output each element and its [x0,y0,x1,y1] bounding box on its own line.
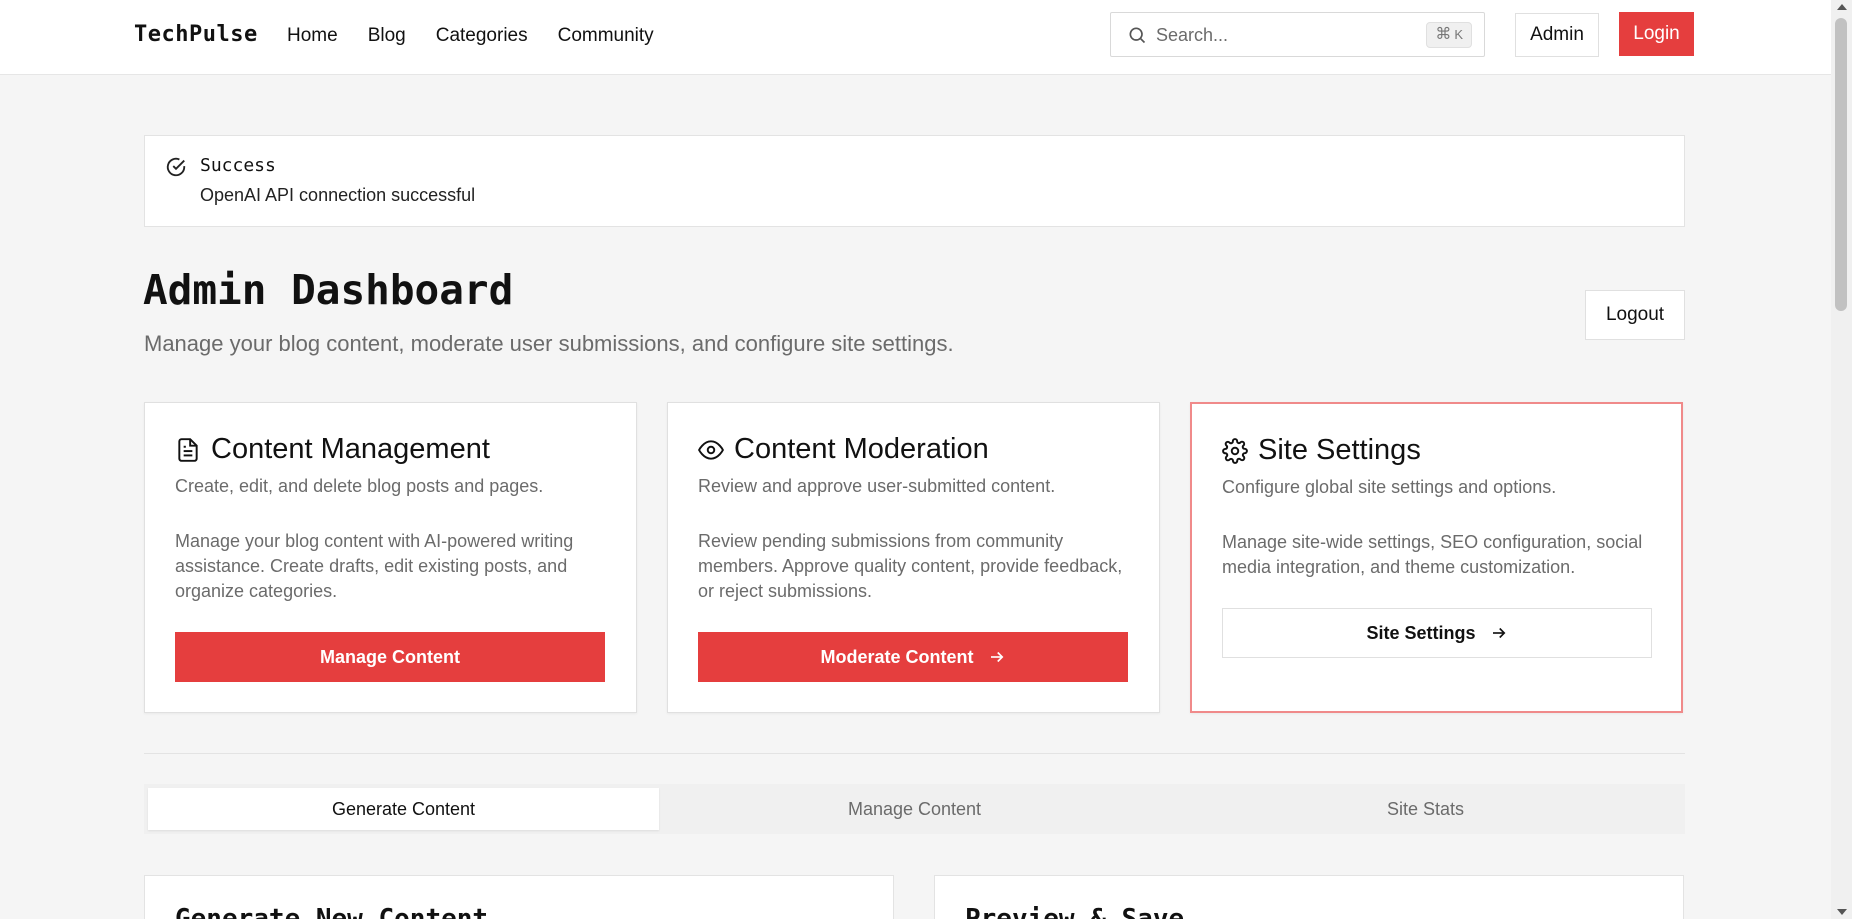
logout-button[interactable]: Logout [1585,290,1685,340]
generate-content-panel: Generate New Content [144,875,894,919]
page-title: Admin Dashboard [143,266,514,314]
tab-site-stats[interactable]: Site Stats [1170,788,1681,830]
gear-icon [1222,437,1248,464]
card-description: Configure global site settings and optio… [1222,477,1557,497]
button-label: Moderate Content [820,646,974,667]
search-box[interactable]: Search... ⌘ K [1110,12,1485,57]
arrow-right-icon [990,651,1003,663]
alert-title: Success [200,155,276,176]
nav-community[interactable]: Community [558,25,654,47]
moderate-content-button[interactable]: Moderate Content [698,632,1128,682]
search-icon [1129,27,1146,44]
card-description: Review and approve user-submitted conten… [698,476,1056,496]
button-label: Manage Content [319,646,460,667]
page-subtitle: Manage your blog content, moderate user … [144,331,954,356]
card-body: Manage your blog content with AI-powered… [175,531,574,601]
card-title-text: Content Moderation [734,433,989,465]
scrollbar-thumb[interactable] [1835,18,1847,311]
panel-title: Generate New Content [175,904,489,919]
card-description: Create, edit, and delete blog posts and … [175,476,544,496]
site-settings-card: Site Settings Configure global site sett… [1190,402,1683,713]
site-settings-button[interactable]: Site Settings [1222,608,1652,658]
nav-home[interactable]: Home [287,25,338,47]
scroll-up-icon[interactable] [1837,4,1847,10]
command-key-icon: ⌘ [1435,26,1452,43]
tab-generate-content[interactable]: Generate Content [148,788,659,830]
scroll-down-icon[interactable] [1837,909,1847,915]
search-shortcut: ⌘ K [1426,22,1472,48]
top-navbar: TechPulse Home Blog Categories Community… [0,0,1831,75]
card-title: Content Moderation [698,433,989,466]
admin-button[interactable]: Admin [1515,13,1599,57]
manage-content-button[interactable]: Manage Content [175,632,605,682]
card-title-text: Content Management [211,433,490,465]
main-nav: Home Blog Categories Community [287,25,654,47]
card-title-text: Site Settings [1258,434,1421,466]
tab-manage-content[interactable]: Manage Content [659,788,1170,830]
login-button[interactable]: Login [1619,12,1694,56]
arrow-right-icon [1492,627,1505,639]
card-body: Review pending submissions from communit… [698,531,1123,601]
success-alert: Success OpenAI API connection successful [144,135,1685,227]
button-label: Site Settings [1366,622,1476,643]
section-divider [144,753,1685,754]
card-body: Manage site-wide settings, SEO configura… [1222,532,1643,577]
preview-save-panel: Preview & Save [934,875,1684,919]
card-title: Site Settings [1222,434,1421,467]
card-title: Content Management [175,433,490,466]
nav-blog[interactable]: Blog [368,25,406,47]
file-text-icon [178,437,198,462]
scrollbar[interactable] [1831,0,1852,919]
check-circle-icon [166,157,186,177]
content-management-card: Content Management Create, edit, and del… [144,402,637,713]
panel-title: Preview & Save [965,904,1185,919]
eye-icon [698,439,724,460]
search-placeholder: Search... [1156,25,1229,45]
nav-categories[interactable]: Categories [436,25,528,47]
brand-logo[interactable]: TechPulse [134,22,258,47]
shortcut-key: K [1454,27,1463,42]
dashboard-tabs: Generate Content Manage Content Site Sta… [144,784,1685,834]
alert-message: OpenAI API connection successful [200,185,476,205]
content-moderation-card: Content Moderation Review and approve us… [667,402,1160,713]
